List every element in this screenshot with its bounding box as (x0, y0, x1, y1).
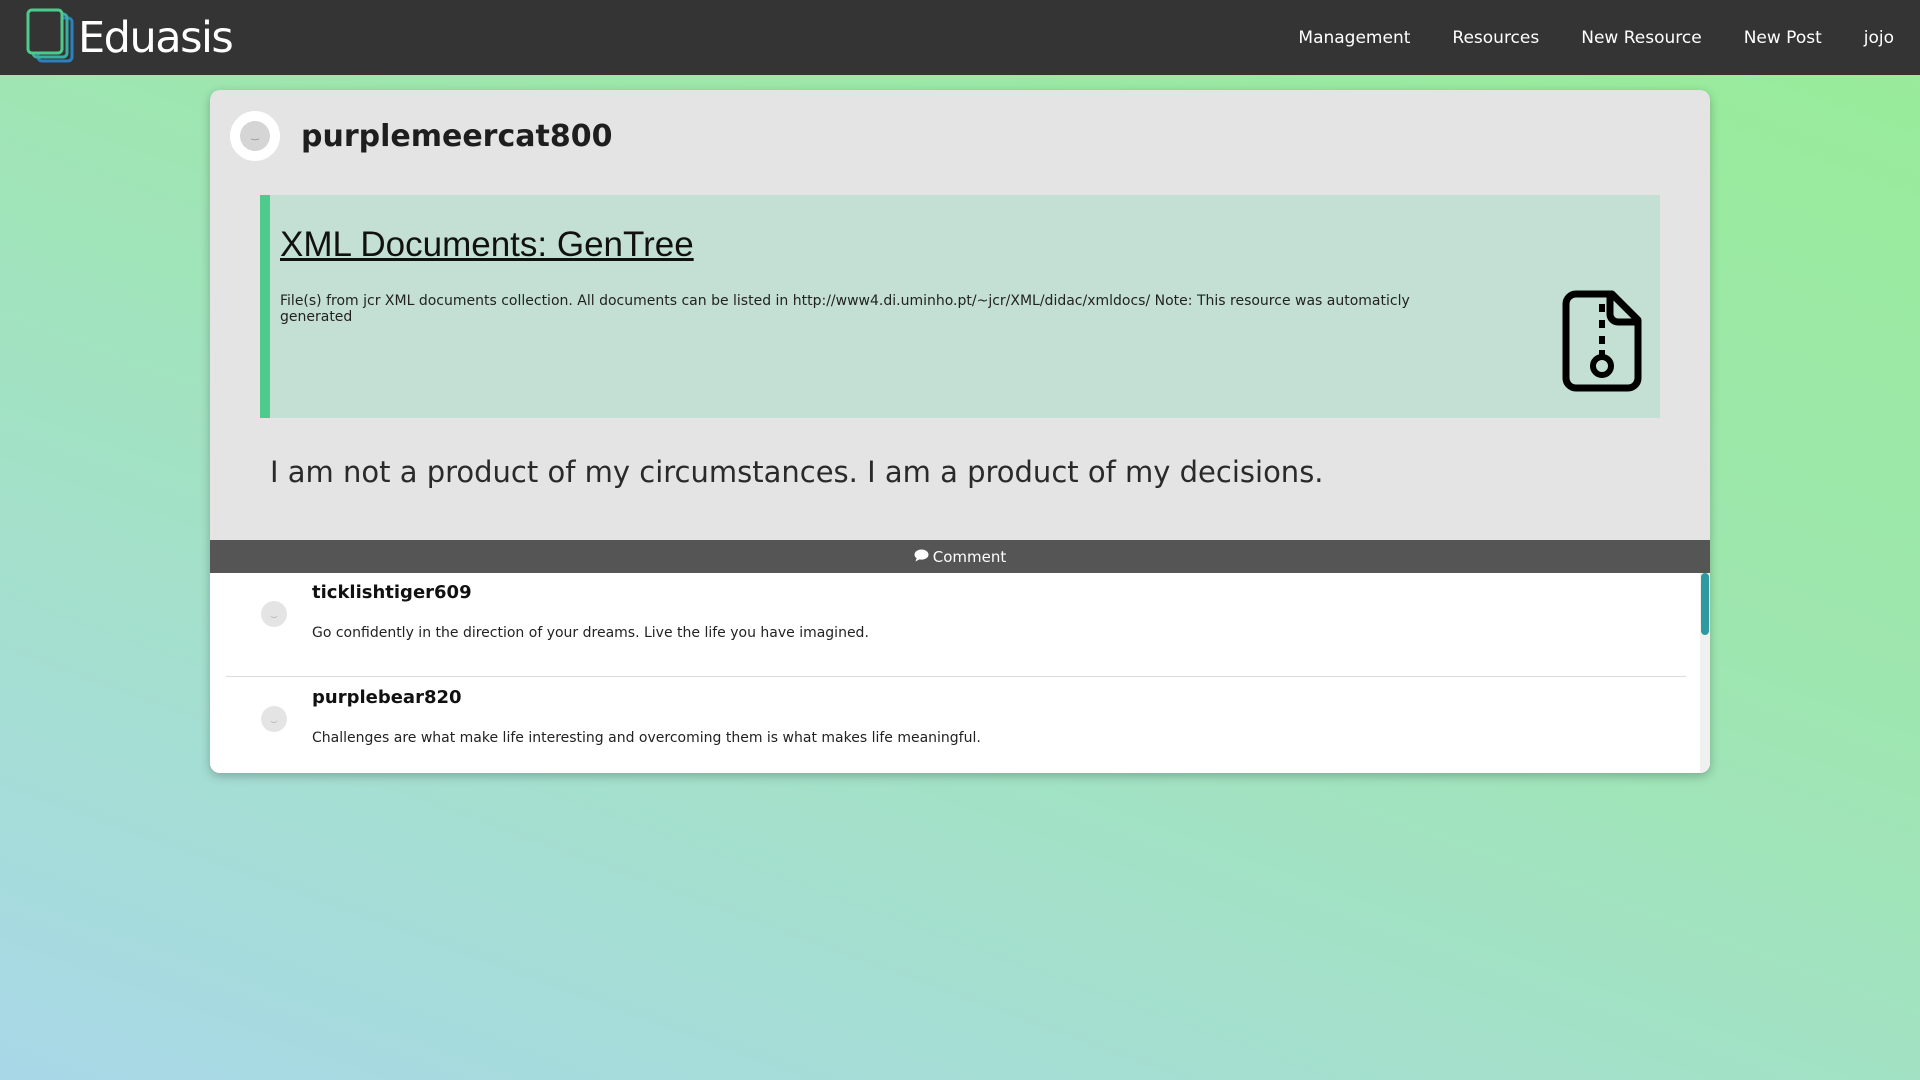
comment-author[interactable]: ticklishtiger609 (312, 582, 472, 603)
resource-title-link[interactable]: XML Documents: GenTree (280, 225, 694, 265)
comment-item: ‿ ticklishtiger609 Go confidently in the… (226, 573, 1686, 677)
post-text: I am not a product of my circumstances. … (270, 455, 1324, 489)
user-avatar-icon[interactable]: ‿ (261, 601, 287, 627)
comments-scrollbar[interactable] (1700, 573, 1710, 773)
user-avatar-icon[interactable]: ‿ (261, 706, 287, 732)
nav-management[interactable]: Management (1298, 28, 1410, 48)
nav-user-menu[interactable]: jojo (1864, 28, 1894, 48)
nav-new-resource[interactable]: New Resource (1581, 28, 1701, 48)
book-stack-logo-icon (26, 8, 76, 68)
post-card: ‿ purplemeercat800 XML Documents: GenTre… (210, 90, 1710, 773)
post-header: ‿ purplemeercat800 (230, 111, 612, 161)
comments-list: ‿ ticklishtiger609 Go confidently in the… (210, 573, 1710, 773)
resource-description: File(s) from jcr XML documents collectio… (280, 293, 1410, 325)
comment-button[interactable]: Comment (210, 540, 1710, 573)
comment-text: Go confidently in the direction of your … (312, 625, 869, 641)
scrollbar-thumb[interactable] (1701, 573, 1709, 635)
nav-new-post[interactable]: New Post (1744, 28, 1822, 48)
speech-bubble-icon (914, 548, 933, 566)
nav-resources[interactable]: Resources (1452, 28, 1539, 48)
file-zip-icon[interactable] (1562, 290, 1642, 392)
navbar: Eduasis Management Resources New Resourc… (0, 0, 1920, 75)
comment-item: ‿ purplebear820 Challenges are what make… (226, 678, 1686, 773)
user-avatar-icon[interactable]: ‿ (230, 111, 280, 161)
post-author[interactable]: purplemeercat800 (301, 119, 612, 154)
brand-name: Eduasis (78, 12, 234, 63)
comment-text: Challenges are what make life interestin… (312, 730, 981, 746)
comment-label: Comment (932, 547, 1007, 566)
resource-card: XML Documents: GenTree File(s) from jcr … (260, 195, 1660, 418)
comment-author[interactable]: purplebear820 (312, 687, 462, 708)
nav-menu: Management Resources New Resource New Po… (1256, 0, 1894, 75)
brand-link[interactable]: Eduasis (26, 0, 234, 75)
